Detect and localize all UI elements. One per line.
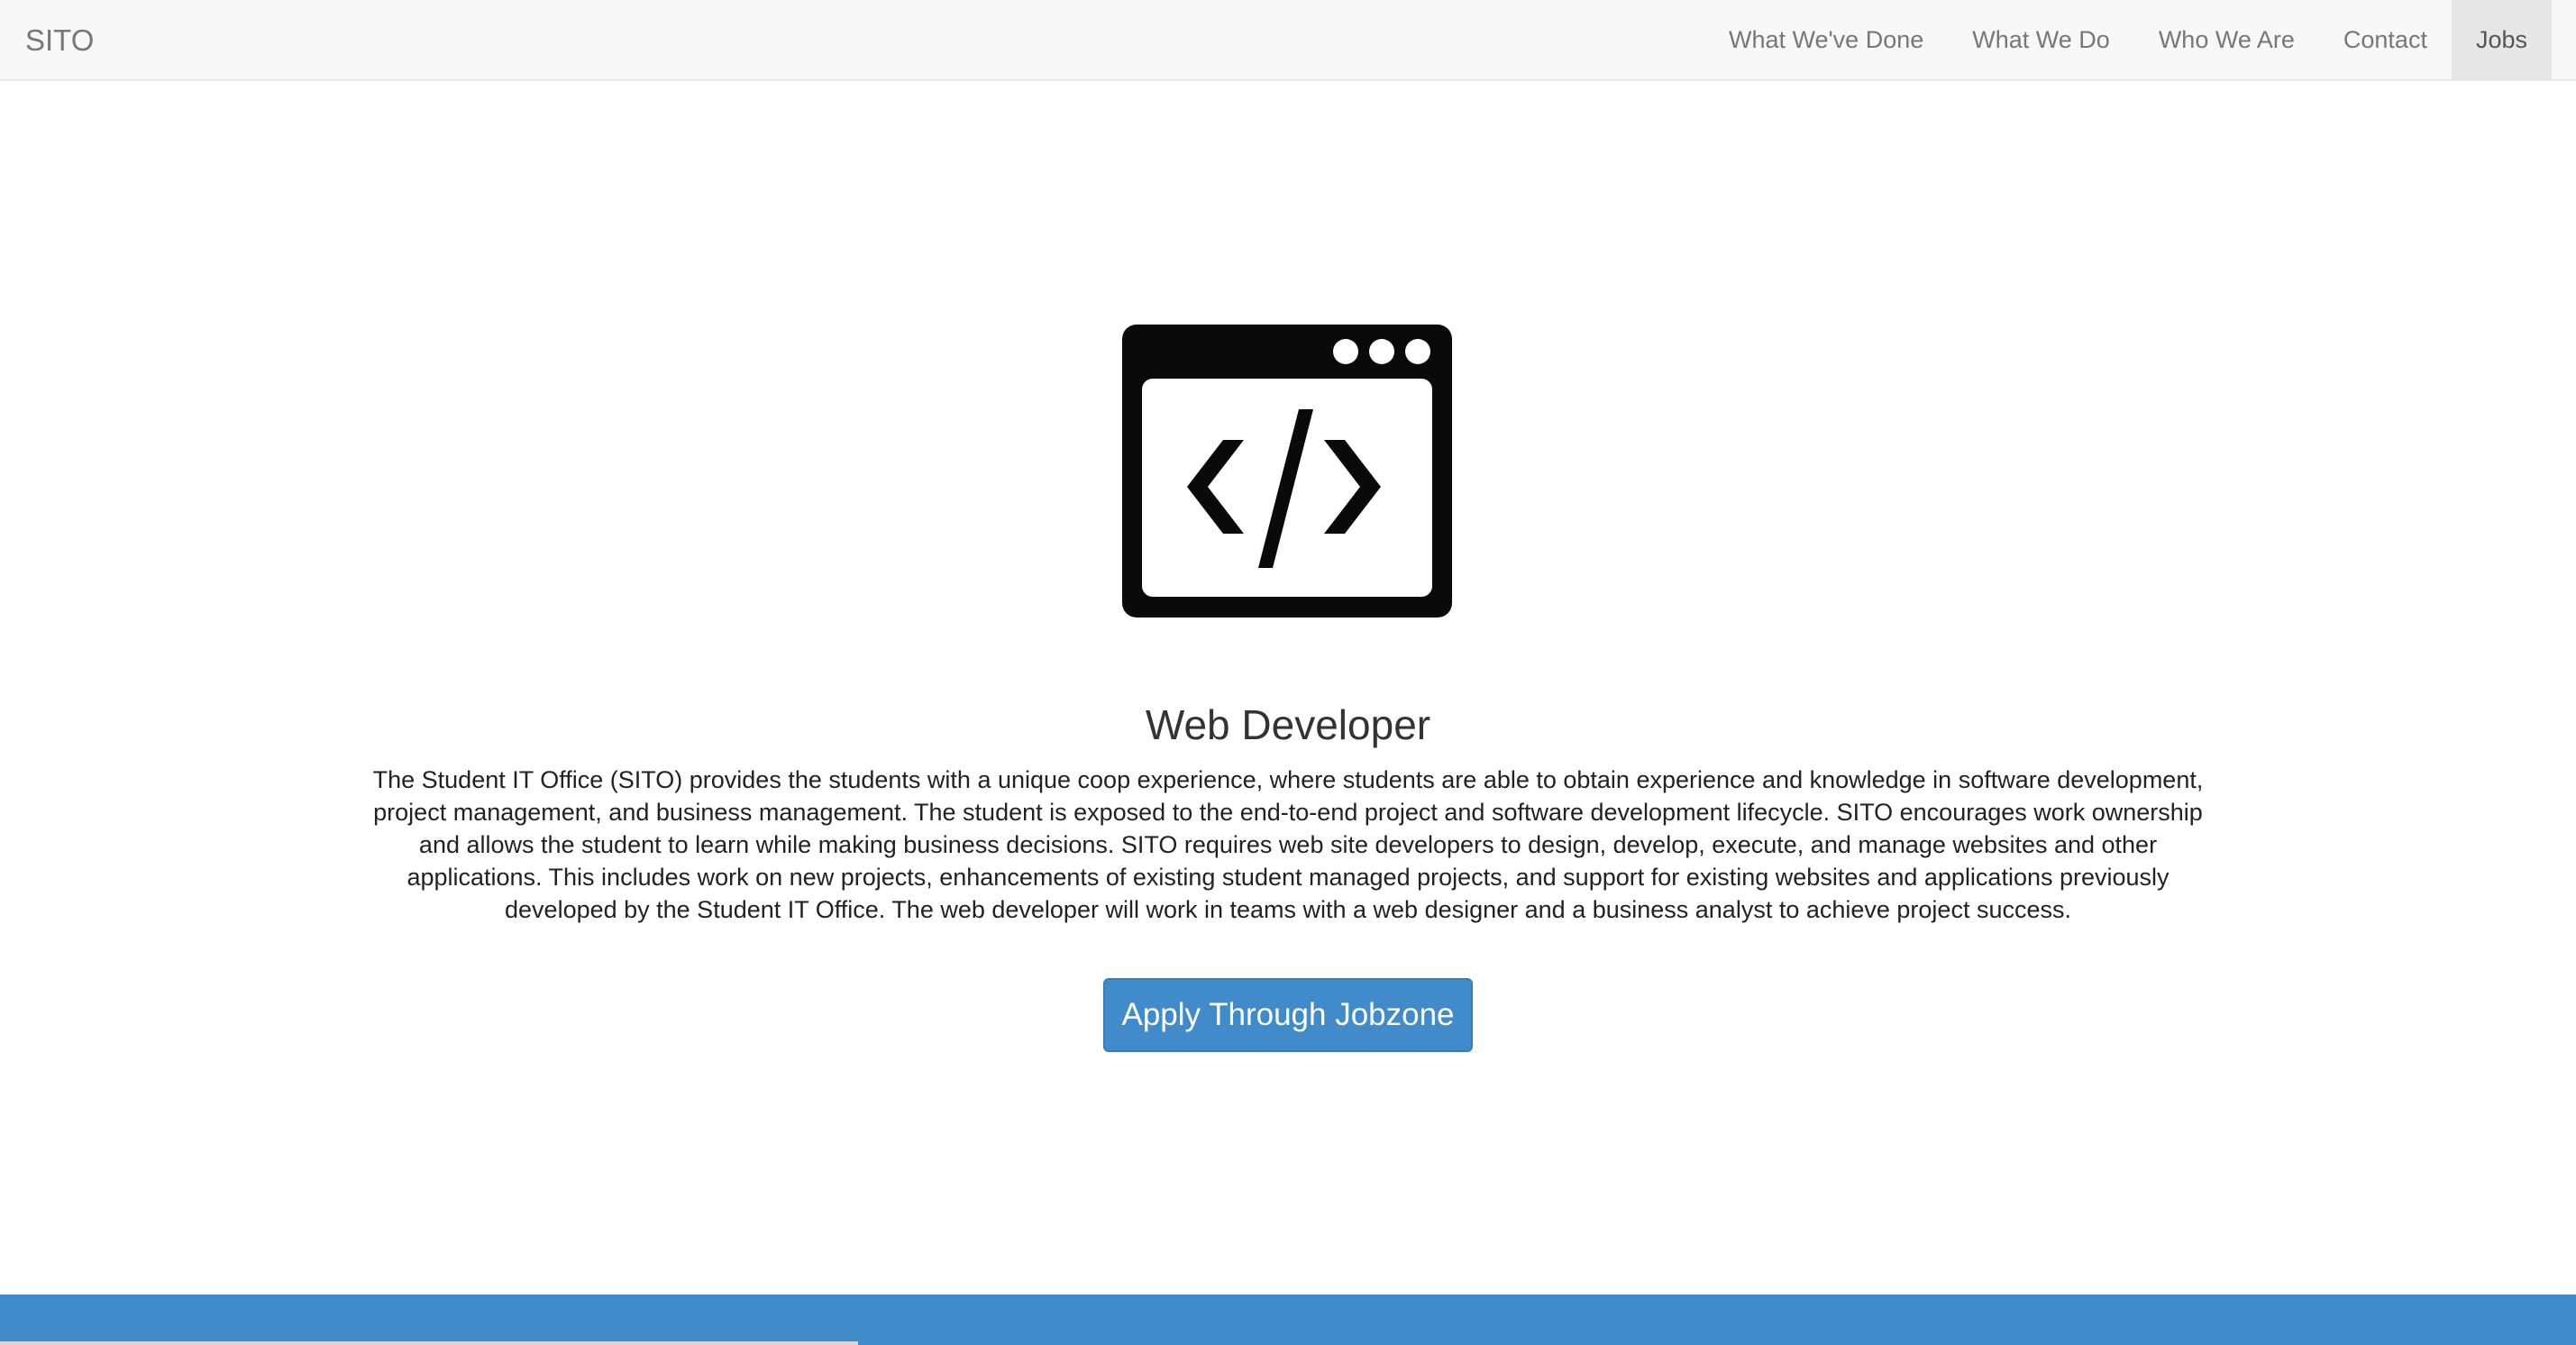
nav-item-jobs[interactable]: Jobs bbox=[2451, 0, 2552, 79]
nav-item-what-weve-done[interactable]: What We've Done bbox=[1704, 0, 1948, 79]
nav-item-contact[interactable]: Contact bbox=[2319, 0, 2452, 79]
code-window-icon bbox=[1122, 325, 1452, 618]
footer-band bbox=[0, 1295, 2576, 1345]
main-nav: What We've Done What We Do Who We Are Co… bbox=[1704, 0, 2552, 79]
nav-item-who-we-are[interactable]: Who We Are bbox=[2134, 0, 2319, 79]
apply-through-jobzone-button[interactable]: Apply Through Jobzone bbox=[1103, 978, 1473, 1052]
brand-logo[interactable]: SITO bbox=[25, 0, 94, 81]
footer-strip bbox=[0, 1341, 858, 1345]
top-navbar: SITO What We've Done What We Do Who We A… bbox=[0, 0, 2576, 81]
job-title: Web Developer bbox=[1145, 701, 1431, 748]
nav-item-what-we-do[interactable]: What We Do bbox=[1948, 0, 2134, 79]
job-description: The Student IT Office (SITO) provides th… bbox=[372, 766, 2204, 923]
job-posting: Web Developer The Student IT Office (SIT… bbox=[0, 81, 2576, 1295]
